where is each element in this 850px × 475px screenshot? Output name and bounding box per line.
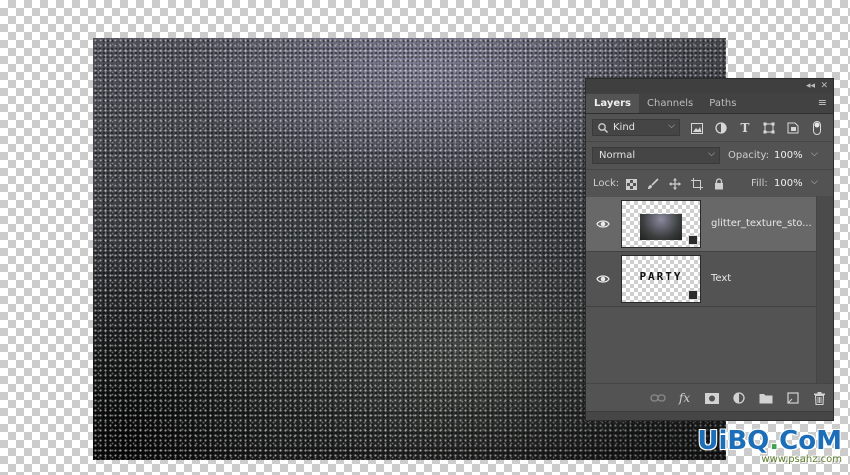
panel-titlebar[interactable]: ◂◂ ✕ — [586, 79, 833, 93]
layer-thumbnail[interactable]: PARTY — [621, 255, 701, 303]
blend-mode-select[interactable]: Normal ⌵ — [592, 147, 720, 164]
layer-thumbnail[interactable] — [621, 200, 701, 248]
lock-position-icon[interactable] — [668, 177, 682, 191]
link-layers-icon[interactable] — [644, 388, 671, 408]
type-filter-icon[interactable]: T — [738, 121, 752, 135]
adjustment-filter-icon[interactable] — [714, 121, 728, 135]
kind-label: Kind — [613, 122, 636, 133]
trash-icon[interactable] — [806, 388, 833, 408]
layer-row-text[interactable]: PARTY Text — [586, 252, 818, 307]
fx-icon[interactable]: fx — [671, 388, 698, 408]
site-watermark: UiBQ.CoM www.psahz.com — [697, 428, 842, 465]
blend-row: Normal ⌵ Opacity: 100% ⌵ — [586, 142, 833, 170]
smart-object-filter-icon[interactable] — [786, 121, 800, 135]
opacity-chevron-icon[interactable]: ⌵ — [811, 149, 818, 159]
layer-row-glitter[interactable]: glitter_texture_sto... — [586, 197, 818, 252]
fill-value[interactable]: 100% — [774, 178, 803, 189]
layers-list: glitter_texture_sto... PARTY Text — [586, 196, 833, 389]
visibility-eye-icon[interactable] — [596, 272, 610, 286]
glitter-thumbnail-image — [640, 214, 682, 240]
image-filter-icon[interactable] — [690, 121, 704, 135]
chevron-down-icon: ⌵ — [668, 121, 675, 131]
collapse-icon[interactable]: ◂◂ — [806, 80, 815, 92]
shape-filter-icon[interactable] — [762, 121, 776, 135]
visibility-eye-icon[interactable] — [596, 217, 610, 231]
chevron-down-icon: ⌵ — [708, 149, 715, 159]
layer-name[interactable]: Text — [711, 273, 731, 284]
lock-transparent-pixels-icon[interactable] — [624, 177, 638, 191]
adjustment-layer-icon[interactable] — [725, 388, 752, 408]
smart-object-badge-icon — [688, 235, 698, 245]
filter-row: Kind ⌵ T — [586, 114, 833, 142]
lock-row: Lock: Fill: 100% ⌵ — [586, 170, 833, 198]
watermark-logo: UiBQ.CoM — [697, 426, 842, 456]
search-icon — [598, 122, 609, 133]
opacity-value[interactable]: 100% — [774, 150, 803, 161]
blend-mode-value: Normal — [599, 150, 636, 161]
party-thumbnail-text: PARTY — [639, 270, 683, 283]
filter-toggle-icon[interactable] — [810, 121, 824, 135]
lock-label: Lock: — [593, 178, 620, 189]
smart-object-badge-icon — [688, 290, 698, 300]
close-icon[interactable]: ✕ — [820, 80, 828, 92]
layers-bottom-toolbar: fx — [586, 383, 833, 412]
opacity-label: Opacity: — [728, 150, 770, 161]
kind-filter-select[interactable]: Kind ⌵ — [592, 119, 680, 136]
layer-mask-icon[interactable] — [698, 388, 725, 408]
fill-label: Fill: — [751, 178, 768, 189]
panel-menu-icon[interactable]: ≡ — [818, 97, 827, 109]
fill-chevron-icon[interactable]: ⌵ — [811, 177, 818, 187]
layer-name[interactable]: glitter_texture_sto... — [711, 218, 812, 229]
lock-artboard-icon[interactable] — [690, 177, 704, 191]
panel-tabs: Layers Channels Paths ≡ — [586, 93, 833, 114]
panel-resize-handle[interactable] — [586, 411, 833, 420]
lock-image-pixels-icon[interactable] — [646, 177, 660, 191]
group-folder-icon[interactable] — [752, 388, 779, 408]
tab-channels[interactable]: Channels — [639, 94, 701, 113]
lock-all-icon[interactable] — [712, 177, 726, 191]
new-layer-icon[interactable] — [779, 388, 806, 408]
tab-layers[interactable]: Layers — [586, 94, 639, 113]
layers-scrollbar[interactable] — [816, 196, 833, 389]
layers-panel: ◂◂ ✕ Layers Channels Paths ≡ Kind ⌵ T No… — [585, 78, 834, 421]
tab-paths[interactable]: Paths — [701, 94, 744, 113]
